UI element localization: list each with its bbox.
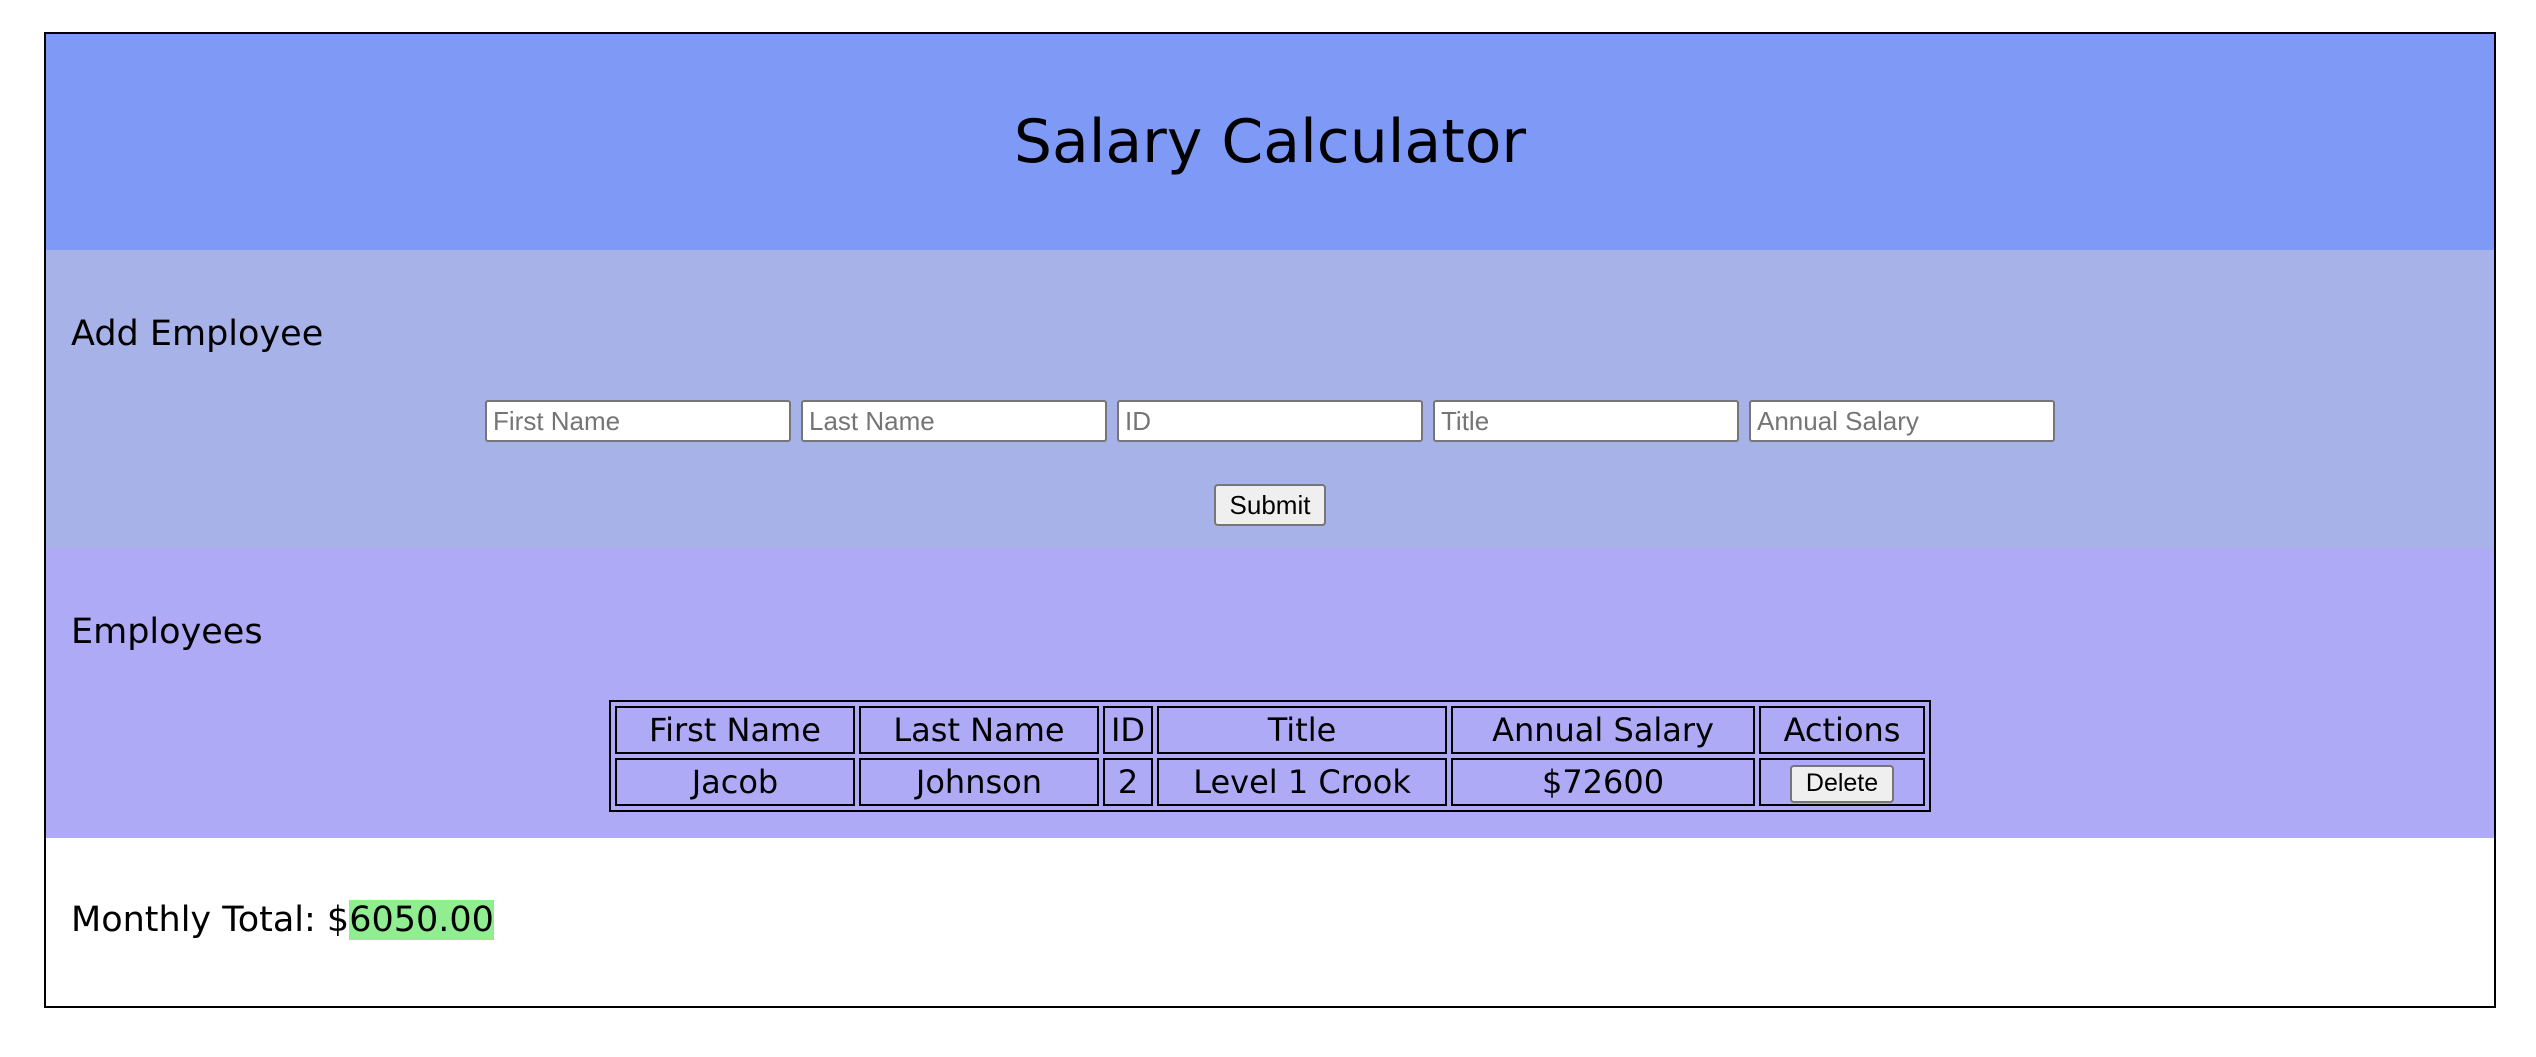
monthly-total-value: 6050.00 [349,900,494,940]
last-name-input[interactable] [801,400,1107,442]
id-input[interactable] [1117,400,1423,442]
column-header-id: ID [1102,706,1154,754]
column-header-title: Title [1157,706,1448,754]
page-title: Salary Calculator [1013,107,1527,177]
salary-calculator-app: Salary Calculator Add Employee Submit Em… [44,32,2496,1008]
column-header-actions: Actions [1759,706,1926,754]
employees-table: First Name Last Name ID Title Annual Sal… [608,700,1932,812]
page-header: Salary Calculator [46,34,2494,250]
title-input[interactable] [1433,400,1739,442]
add-employee-heading: Add Employee [71,314,324,354]
submit-row: Submit [46,484,2494,526]
first-name-input[interactable] [485,400,791,442]
column-header-annual-salary: Annual Salary [1451,706,1756,754]
submit-button[interactable]: Submit [1213,484,1327,526]
employees-section: Employees First Name Last Name ID Title … [46,548,2494,838]
cell-title: Level 1 Crook [1157,758,1448,806]
monthly-total: Monthly Total: $6050.00 [71,900,494,940]
cell-last-name: Johnson [858,758,1099,806]
add-employee-section: Add Employee Submit [46,250,2494,548]
column-header-last-name: Last Name [858,706,1099,754]
table-header-row: First Name Last Name ID Title Annual Sal… [614,706,1926,754]
cell-actions: Delete [1759,758,1926,806]
cell-first-name: Jacob [614,758,855,806]
table-row: Jacob Johnson 2 Level 1 Crook $72600 Del… [614,758,1926,806]
annual-salary-input[interactable] [1749,400,2055,442]
employees-heading: Employees [71,612,263,652]
employees-table-wrap: First Name Last Name ID Title Annual Sal… [46,700,2494,812]
delete-button[interactable]: Delete [1789,764,1895,803]
monthly-total-section: Monthly Total: $6050.00 [46,838,2494,1006]
cell-annual-salary: $72600 [1451,758,1756,806]
column-header-first-name: First Name [614,706,855,754]
cell-id: 2 [1102,758,1154,806]
employee-inputs-row [46,400,2494,442]
monthly-total-label: Monthly Total: $ [71,900,350,940]
